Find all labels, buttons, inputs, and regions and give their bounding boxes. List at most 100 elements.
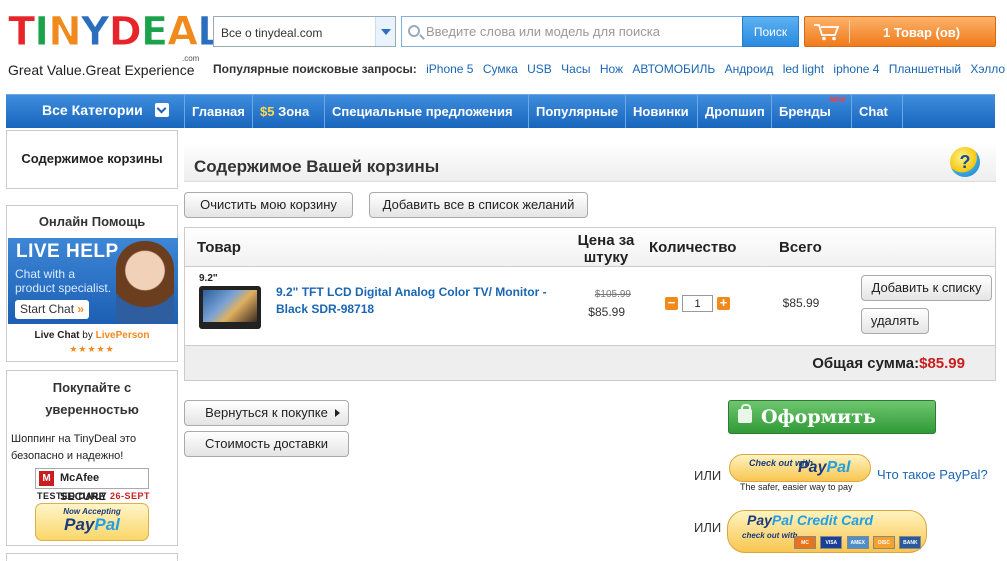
cart-button[interactable]: 1 Товар (ов) [804,16,996,47]
help-question-icon[interactable]: ? [950,147,980,177]
paypal-logo: PayPal [798,459,850,477]
product-name-link[interactable]: 9.2" TFT LCD Digital Analog Color TV/ Mo… [276,284,556,318]
popular-link[interactable]: Сумка [483,62,518,76]
sidebar-cart-box: Содержимое корзины [6,130,178,189]
popular-link[interactable]: Хэлло [970,62,1005,76]
paypal-credit-logo: PayPal Credit Card [747,512,873,528]
popular-searches: Популярные поисковые запросы: iPhone 5 С… [213,62,1007,76]
nav-specials[interactable]: Специальные предложения [324,95,520,128]
nav-new[interactable]: Новинки [625,95,696,128]
cart-divider [849,20,850,43]
nav-popular[interactable]: Популярные [528,95,625,128]
paypal-accepted-badge: Now Accepting PayPal [35,503,149,541]
table-row: 9.2" 9.2" TFT LCD Digital Analog Color T… [185,267,995,345]
logo-letter: I [34,9,50,55]
column-header-quantity: Количество [649,239,737,256]
back-to-shopping-button[interactable]: Вернуться к покупке [184,400,349,426]
paypal-credit-card-button[interactable]: PayPal Credit Card check out with MC VIS… [727,510,927,553]
live-help-text: Chat with a product specialist. [15,267,112,295]
quantity-plus-button[interactable]: + [717,296,730,310]
quantity-input[interactable] [682,295,713,312]
search-box: Поиск [401,16,799,47]
double-arrow-icon: » [77,302,85,316]
add-to-list-button[interactable]: Добавить к списку [861,275,992,301]
cart-total-row: Общая сумма:$85.99 [185,345,995,380]
paypal-checkout-button[interactable]: Check out with PayPal [729,454,871,482]
nav-zone-label: Зона [278,104,310,119]
grand-total-label: Общая сумма: [812,355,920,372]
grand-total: Общая сумма:$85.99 [812,355,965,372]
popular-link[interactable]: Андроид [725,62,774,76]
lock-icon [738,404,752,423]
popular-link[interactable]: АВТОМОБИЛЬ [632,62,715,76]
popular-link[interactable]: USB [527,62,552,76]
paypal-logo: PayPal [36,516,148,534]
sidebar-trust-text: Шоппинг на TinyDeal это безопасно и наде… [11,433,137,462]
or-separator: ИЛИ [694,468,722,483]
delete-item-button[interactable]: удалять [861,308,929,334]
popular-link[interactable]: Планшетный [889,62,961,76]
live-chat-credit: Live Chat by LivePerson [7,330,177,341]
popular-link[interactable]: iphone 4 [833,62,879,76]
start-chat-button[interactable]: Start Chat » [15,300,89,319]
logo-letter: Y [80,9,110,55]
nav-dropship[interactable]: Дропшип [697,95,772,128]
add-all-wishlist-button[interactable]: Добавить все в список желаний [369,192,588,218]
sidebar-cart-title: Содержимое корзины [21,151,163,166]
cart-count-label: 1 Товар (ов) [883,25,961,40]
clear-cart-button[interactable]: Очистить мою корзину [184,192,353,218]
site-header: TINYDEAL .com Great Value.Great Experien… [0,0,1007,92]
quantity-minus-button[interactable]: − [665,296,678,310]
paypal-tagline: The safer, easier way to pay [740,482,853,492]
credit-card-label: Credit Card [796,512,874,528]
chevron-down-icon[interactable] [375,17,395,46]
product-image[interactable]: 9.2" [197,273,263,335]
cart-table: Товар Цена за штуку Количество Всего 9.2… [184,227,996,381]
back-to-shopping-label: Вернуться к покупке [205,405,328,420]
logo-wordmark: TINYDEAL [7,9,223,55]
category-select[interactable]: Все о tinydeal.com [213,16,396,47]
cart-table-header: Товар Цена за штуку Количество Всего [185,228,995,267]
new-badge: NEW [829,97,846,104]
tinydeal-logo[interactable]: TINYDEAL .com Great Value.Great Experien… [7,10,223,80]
shipping-cost-button[interactable]: Стоимость доставки [184,431,349,457]
mcafee-secure-badge[interactable]: McAfee SECURE [35,468,149,503]
mcafee-tested-label: TESTED DAILY [37,491,108,501]
shopping-cart-icon [814,24,840,41]
cart-title-bar: Содержимое Вашей корзины ? [184,142,996,182]
checkout-button[interactable]: Оформить заказ [728,400,936,460]
page-title: Содержимое Вашей корзины [194,157,440,176]
paypal-pay: Pay [747,512,772,528]
liveperson-link[interactable]: LivePerson [96,330,150,341]
logo-letter: E [140,9,168,55]
search-button[interactable]: Поиск [742,16,799,47]
popular-link[interactable]: iPhone 5 [426,62,473,76]
paypal-credit-caption: check out with [742,531,798,540]
column-header-total: Всего [779,239,822,256]
popular-link[interactable]: Нож [600,62,623,76]
all-categories-menu[interactable]: Все Категории [6,95,184,128]
chevron-down-icon [155,103,169,117]
nav-home[interactable]: Главная [184,95,252,128]
popular-link[interactable]: Часы [561,62,590,76]
sidebar-next-box [6,553,178,561]
logo-tagline: Great Value.Great Experience [8,62,195,78]
visa-icon: VISA [820,536,843,549]
bank-icon: BANK [899,536,922,549]
nav-5-zone[interactable]: $5 Зона [252,95,316,128]
live-help-banner[interactable]: LIVE HELP Chat with a product specialist… [8,238,178,324]
sidebar-help-title: Онлайн Помощь [38,214,146,229]
logo-letter: D [108,9,142,55]
paypal-pay: Pay [64,515,95,534]
or-separator: ИЛИ [694,520,722,535]
search-input[interactable] [426,18,736,45]
nav-chat[interactable]: Chat [851,95,903,128]
nav-5-price: $5 [260,104,275,119]
paypal-pal: Pal [771,512,793,528]
popular-searches-label: Популярные поисковые запросы: [213,62,417,76]
popular-link[interactable]: led light [783,62,824,76]
grand-total-value: $85.99 [919,355,965,372]
live-chat-label: Live Chat [34,330,80,341]
what-is-paypal-link[interactable]: Что такое PayPal? [877,467,988,482]
card-logos: MC VISA AMEX DISC BANK [794,533,922,549]
